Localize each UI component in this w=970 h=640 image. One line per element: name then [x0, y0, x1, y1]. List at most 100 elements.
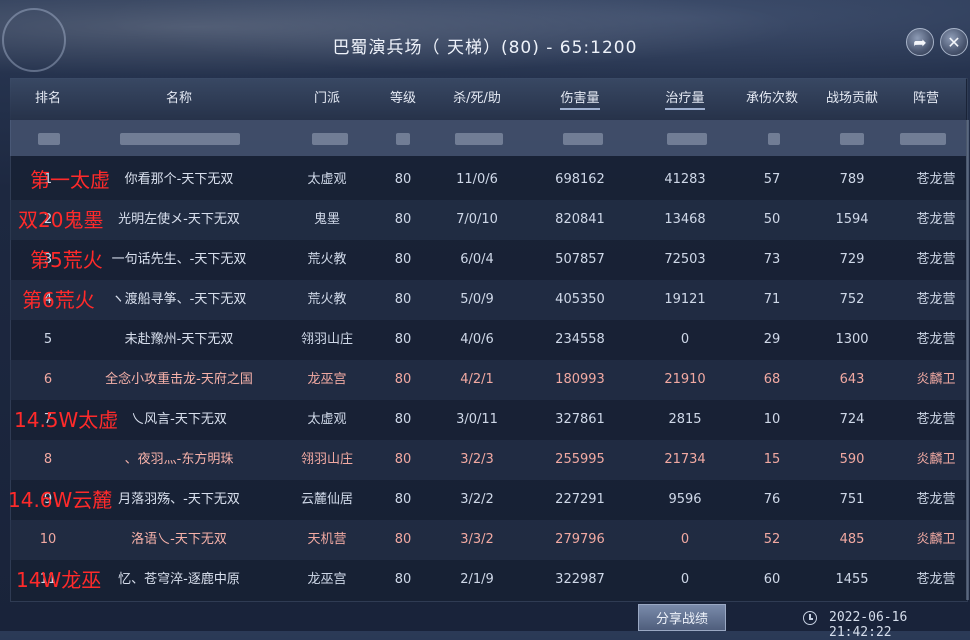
- cell-name: 你看那个-天下无双: [124, 172, 234, 187]
- cell-damage: 255995: [555, 452, 605, 467]
- window-title: 巴蜀演兵场（ 天梯）(80) - 65:1200: [332, 38, 638, 58]
- cell-level: 80: [394, 452, 412, 467]
- cell-camp: 炎麟卫: [916, 452, 956, 467]
- clock-icon: [803, 611, 817, 625]
- blurred-cell: [455, 133, 503, 145]
- cell-heal: 0: [680, 332, 690, 347]
- cell-sect: 太虚观: [307, 172, 347, 187]
- table-row[interactable]: 10 洛语乀-天下无双 天机营 80 3/3/2 279796 0 52 485 炎麟卫: [10, 520, 966, 560]
- share-record-button[interactable]: 分享战绩: [638, 604, 726, 631]
- cell-level: 80: [394, 532, 412, 547]
- cell-level: 80: [394, 572, 412, 587]
- cell-camp: 炎麟卫: [916, 532, 956, 547]
- cell-heal: 0: [680, 532, 690, 547]
- cell-contribution: 643: [839, 372, 865, 387]
- cell-kda: 3/2/3: [460, 452, 494, 467]
- scrollbar[interactable]: [966, 120, 969, 600]
- cell-level: 80: [394, 372, 412, 387]
- cell-hits: 52: [763, 532, 781, 547]
- close-icon[interactable]: ✕: [940, 28, 968, 56]
- cell-camp: 苍龙营: [916, 212, 956, 227]
- cell-sect: 荒火教: [307, 252, 347, 267]
- cell-rank: 8: [43, 452, 53, 467]
- cell-kda: 5/0/9: [460, 292, 494, 307]
- table-row[interactable]: 8 、夜羽灬-东方明珠 翎羽山庄 80 3/2/3 255995 21734 15 590 炎麟卫: [10, 440, 966, 480]
- col-damage-label: 伤害量: [560, 91, 600, 110]
- share-arrow-icon[interactable]: ➦: [906, 28, 934, 56]
- cell-heal: 21910: [664, 372, 706, 387]
- cell-sect: 龙巫宫: [307, 572, 347, 587]
- cell-damage: 279796: [555, 532, 605, 547]
- cell-kda: 7/0/10: [456, 212, 498, 227]
- table-header: 排名 名称 门派 等级 杀/死/助 伤害量 治疗量 承伤次数 战场贡献 阵营: [10, 78, 966, 120]
- cell-camp: 苍龙营: [916, 412, 956, 427]
- cell-kda: 11/0/6: [456, 172, 498, 187]
- table-row[interactable]: 7 乀风言-天下无双 太虚观 80 3/0/11 327861 2815 10 724 苍龙营: [10, 400, 966, 440]
- cell-contribution: 485: [839, 532, 865, 547]
- cell-sect: 荒火教: [307, 292, 347, 307]
- cell-damage: 180993: [555, 372, 605, 387]
- cell-level: 80: [394, 252, 412, 267]
- cell-hits: 71: [763, 292, 781, 307]
- cell-name: 一句话先生、-天下无双: [111, 252, 247, 267]
- col-damage-sort[interactable]: 伤害量: [530, 78, 630, 120]
- col-hits: 承伤次数: [745, 91, 798, 106]
- cell-contribution: 1455: [835, 572, 869, 587]
- cell-sect: 鬼墨: [313, 212, 340, 227]
- cell-sect: 云麓仙居: [300, 492, 353, 507]
- table-row[interactable]: 1 你看那个-天下无双 太虚观 80 11/0/6 698162 41283 57 789 苍龙营: [10, 160, 966, 200]
- cell-contribution: 751: [839, 492, 865, 507]
- col-heal-sort[interactable]: 治疗量: [630, 78, 740, 120]
- annotation: 第6荒火: [22, 288, 95, 312]
- cell-heal: 41283: [664, 172, 706, 187]
- cell-sect: 龙巫宫: [307, 372, 347, 387]
- cell-rank: 10: [39, 532, 57, 547]
- annotation: 双20鬼墨: [18, 208, 104, 232]
- annotation: 14.6W云麓: [8, 488, 113, 512]
- table-row[interactable]: 5 未赴豫州-天下无双 翎羽山庄 80 4/0/6 234558 0 29 1300 苍龙营: [10, 320, 966, 360]
- blurred-cell: [900, 133, 946, 145]
- cell-contribution: 1594: [835, 212, 869, 227]
- cell-rank: 5: [43, 332, 53, 347]
- cell-damage: 698162: [555, 172, 605, 187]
- col-rank: 排名: [34, 91, 61, 106]
- cell-hits: 68: [763, 372, 781, 387]
- cell-level: 80: [394, 212, 412, 227]
- table-row[interactable]: 2 光明左使メ-天下无双 鬼墨 80 7/0/10 820841 13468 50 1594 苍龙…: [10, 200, 966, 240]
- table-row[interactable]: 4 ヽ渡船寻筝、-天下无双 荒火教 80 5/0/9 405350 19121 71 752 苍龙…: [10, 280, 966, 320]
- cell-kda: 3/3/2: [460, 532, 494, 547]
- col-heal-label: 治疗量: [665, 91, 705, 110]
- timestamp: 2022-06-16 21:42:22: [829, 610, 908, 640]
- table-row[interactable]: 11 忆、苍穹淬-逐鹿中原 龙巫宫 80 2/1/9 322987 0 60 1455 苍龙营: [10, 560, 966, 600]
- table-row[interactable]: 3 一句话先生、-天下无双 荒火教 80 6/0/4 507857 72503 73 729 苍龙…: [10, 240, 966, 280]
- cell-hits: 60: [763, 572, 781, 587]
- cell-kda: 6/0/4: [460, 252, 494, 267]
- cell-contribution: 724: [839, 412, 865, 427]
- cell-name: 忆、苍穹淬-逐鹿中原: [118, 572, 240, 587]
- table-row[interactable]: 6 全念小攻重击龙-天府之国 龙巫宫 80 4/2/1 180993 21910 68 643 炎…: [10, 360, 966, 400]
- annotation: 第5荒火: [30, 248, 103, 272]
- cell-contribution: 729: [839, 252, 865, 267]
- cell-hits: 76: [763, 492, 781, 507]
- annotation: 14W龙巫: [16, 568, 102, 592]
- cell-damage: 820841: [555, 212, 605, 227]
- cell-hits: 29: [763, 332, 781, 347]
- cell-rank: 6: [43, 372, 53, 387]
- cell-kda: 4/0/6: [460, 332, 494, 347]
- cell-damage: 227291: [555, 492, 605, 507]
- cell-level: 80: [394, 332, 412, 347]
- cell-damage: 327861: [555, 412, 605, 427]
- col-level: 等级: [389, 91, 416, 106]
- blurred-cell: [120, 133, 240, 145]
- cell-heal: 72503: [664, 252, 706, 267]
- cell-damage: 405350: [555, 292, 605, 307]
- cell-level: 80: [394, 492, 412, 507]
- cell-name: 光明左使メ-天下无双: [118, 212, 240, 227]
- cell-contribution: 789: [839, 172, 865, 187]
- blurred-cell: [840, 133, 864, 145]
- cell-hits: 10: [763, 412, 781, 427]
- annotation: 14.5W太虚: [14, 408, 119, 432]
- cell-kda: 2/1/9: [460, 572, 494, 587]
- table-row[interactable]: 9 月落羽殇、-天下无双 云麓仙居 80 3/2/2 227291 9596 76 751 苍龙营: [10, 480, 966, 520]
- blurred-cell: [768, 133, 780, 145]
